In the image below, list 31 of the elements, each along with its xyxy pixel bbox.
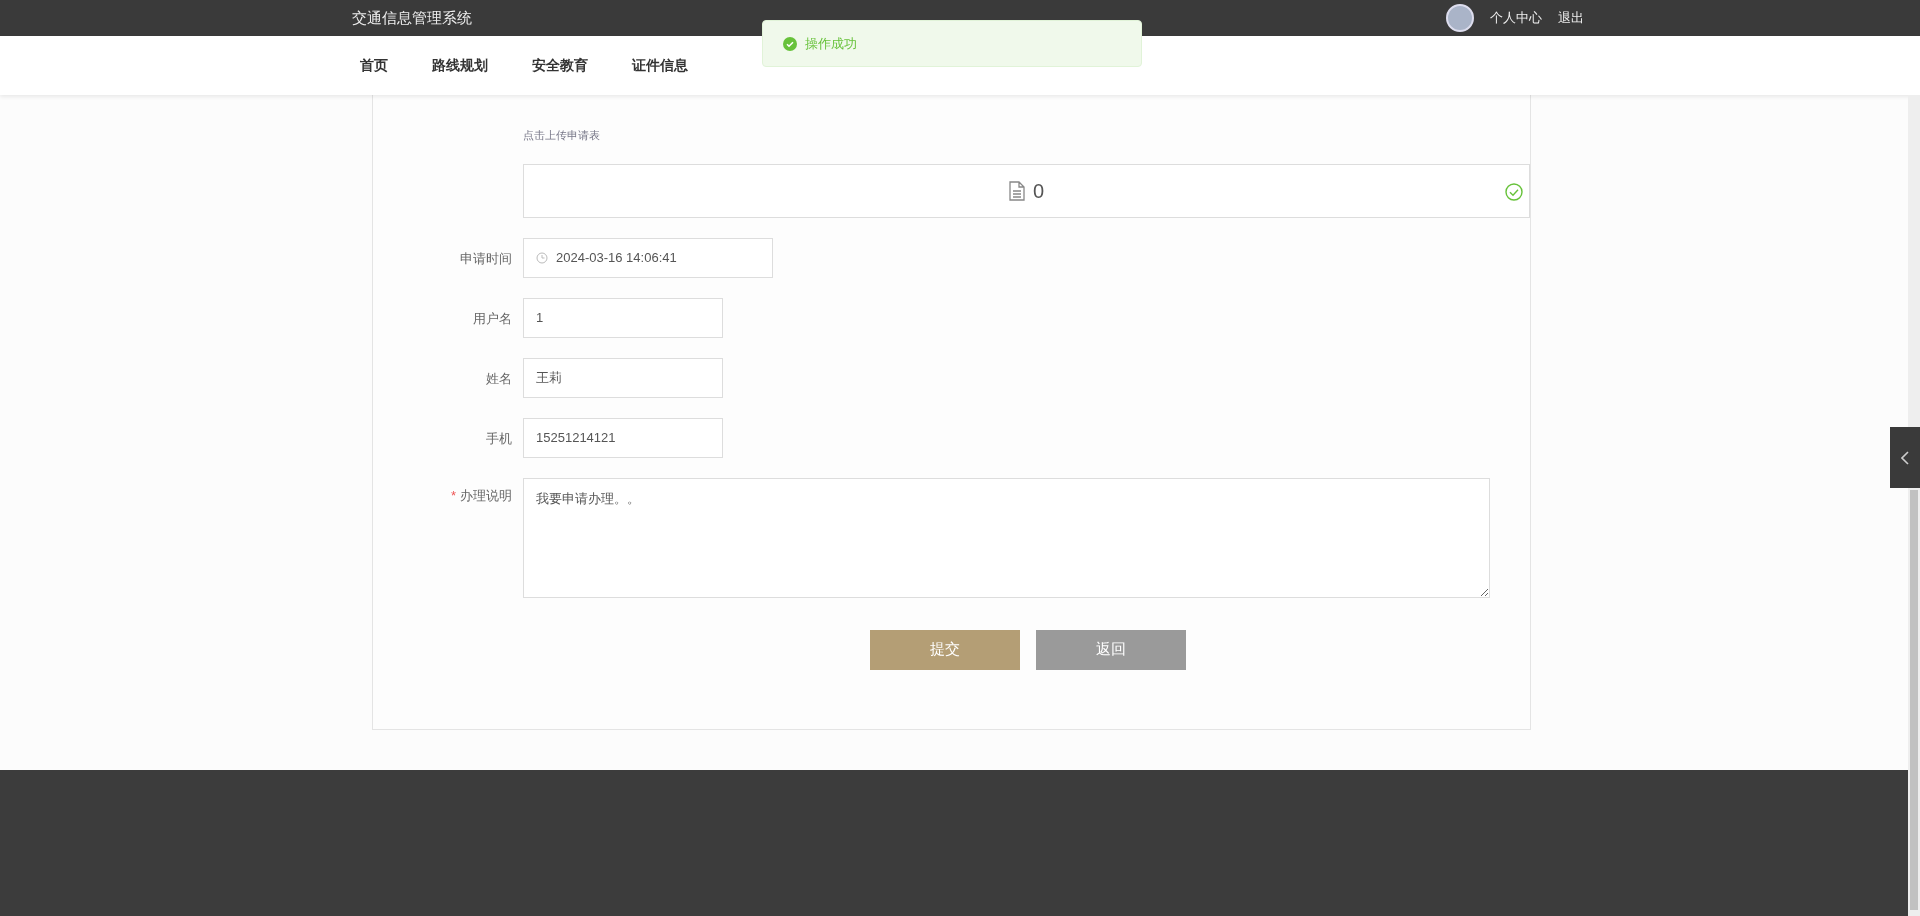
check-circle-icon [1505, 182, 1523, 201]
success-icon [783, 36, 797, 51]
document-icon [1008, 180, 1025, 201]
file-count: 0 [1032, 178, 1044, 204]
header-link[interactable]: 个人中心 [1490, 8, 1542, 28]
header-link[interactable]: 退出 [1558, 8, 1584, 28]
date-value: 2024-03-16 14:06:41 [556, 248, 677, 267]
scrollbar-thumb[interactable] [1910, 490, 1918, 910]
clock-icon [536, 251, 548, 264]
text-area[interactable]: 我要申请办理。。 [523, 477, 1490, 598]
field-label: 手机 [486, 430, 512, 446]
field-label: 姓名 [486, 370, 512, 386]
required-mark: * [450, 487, 456, 503]
upload-box[interactable]: 0 [522, 163, 1530, 218]
field-label: 申请时间 [460, 250, 512, 266]
date-field[interactable]: 2024-03-16 14:06:41 [523, 237, 773, 278]
input-field[interactable]: 王莉 [523, 357, 723, 398]
nav-item[interactable]: 证件信息 [632, 55, 688, 76]
field-label: 办理说明 [460, 487, 512, 503]
input-field[interactable]: 15251214121 [523, 417, 723, 458]
nav-item[interactable]: 路线规划 [432, 55, 488, 76]
site-title: 交通信息管理系统 [352, 7, 472, 28]
nav-item[interactable]: 安全教育 [532, 55, 588, 76]
avatar[interactable] [1446, 4, 1474, 32]
chevron-left-icon [1901, 450, 1909, 465]
field-label: 用户名 [473, 310, 512, 326]
upload-hint: 点击上传申请表 [523, 128, 600, 143]
input-field[interactable]: 1 [523, 297, 723, 338]
toast-message: 操作成功 [805, 34, 857, 53]
side-panel-toggle[interactable] [1890, 427, 1920, 488]
nav-item[interactable]: 首页 [360, 55, 388, 76]
